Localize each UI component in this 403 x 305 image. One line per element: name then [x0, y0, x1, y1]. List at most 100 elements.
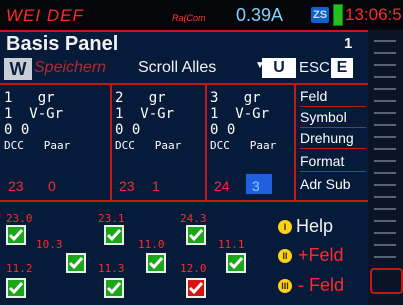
- check-12-0[interactable]: [186, 278, 206, 298]
- block-paar: Paar: [249, 139, 277, 152]
- remove-field-button[interactable]: - Feld: [298, 275, 344, 296]
- toolbar-divider: [0, 83, 368, 85]
- scroll-tick: [374, 172, 396, 174]
- block-num: 1: [4, 90, 13, 106]
- esc-button[interactable]: ESC: [299, 59, 330, 76]
- check-23-0[interactable]: [6, 225, 26, 245]
- top-divider: [0, 30, 368, 32]
- block-address: 24: [214, 178, 230, 194]
- scroll-down-button[interactable]: [370, 268, 403, 294]
- block-gr: gr: [37, 90, 55, 106]
- menu-format[interactable]: Format: [300, 153, 344, 169]
- block-sub: 1: [152, 178, 160, 194]
- scroll-tick: [374, 100, 396, 102]
- help-key-icon: I: [278, 220, 292, 234]
- block-2[interactable]: 2 gr 1 V-Gr 0 0 DCC Paar: [115, 90, 181, 154]
- scroll-tick: [374, 232, 396, 234]
- add-key-icon: II: [278, 249, 292, 263]
- scroll-tick: [374, 256, 396, 258]
- u-key-button[interactable]: U: [262, 58, 296, 78]
- scroll-tick: [374, 112, 396, 114]
- block-sub: 0: [48, 178, 56, 194]
- block-separator: [205, 85, 207, 200]
- block-row2a: 1: [4, 106, 13, 122]
- scroll-tick: [374, 208, 396, 210]
- check-10-3[interactable]: [66, 253, 86, 273]
- scroll-tick: [374, 64, 396, 66]
- check-23-1[interactable]: [104, 225, 124, 245]
- check-11-1[interactable]: [226, 253, 246, 273]
- block-1[interactable]: 1 gr 1 V-Gr 0 0 DCC Paar: [4, 90, 70, 154]
- check-label: 11.0: [138, 238, 165, 251]
- block-separator: [294, 85, 296, 200]
- block-separator: [110, 85, 112, 200]
- check-label: 11.2: [6, 262, 33, 275]
- block-row3: 0 0: [4, 122, 30, 138]
- panel-title: Basis Panel: [6, 33, 119, 55]
- block-vgr: V-Gr: [140, 106, 175, 122]
- brand-logo: Ra(Com: [172, 10, 212, 24]
- check-label: 24.3: [180, 212, 207, 225]
- scroll-tick: [374, 136, 396, 138]
- e-key-button[interactable]: E: [331, 58, 353, 78]
- status-title: WEI DEF: [6, 6, 84, 25]
- block-row3: 0 0: [115, 122, 141, 138]
- block-num: 2: [115, 90, 124, 106]
- check-11-3[interactable]: [104, 278, 124, 298]
- menu-symbol[interactable]: Symbol: [300, 109, 347, 125]
- clock: 13:06:5: [345, 5, 402, 24]
- block-row2a: 1: [115, 106, 124, 122]
- help-button[interactable]: Help: [296, 216, 333, 237]
- menu-divider: [300, 171, 366, 172]
- battery-icon: [333, 4, 343, 26]
- block-dcc: DCC: [210, 139, 230, 152]
- scroll-tick: [374, 148, 396, 150]
- zs-badge: ZS: [311, 7, 329, 23]
- scroll-all-button[interactable]: Scroll Alles: [138, 59, 216, 77]
- check-label: 12.0: [180, 262, 207, 275]
- check-11-2[interactable]: [6, 278, 26, 298]
- scroll-tick: [374, 40, 396, 42]
- block-address: 23: [119, 178, 135, 194]
- block-paar: Paar: [154, 139, 182, 152]
- w-key-button[interactable]: W: [4, 58, 32, 80]
- page-number: 1: [344, 35, 353, 52]
- menu-feld[interactable]: Feld: [300, 88, 327, 104]
- scroll-tick: [374, 220, 396, 222]
- check-label: 23.0: [6, 212, 33, 225]
- check-24-3[interactable]: [186, 225, 206, 245]
- block-dcc: DCC: [4, 139, 24, 152]
- scroll-tick: [374, 76, 396, 78]
- scrollbar[interactable]: [368, 30, 403, 305]
- svg-text:Ra(Com: Ra(Com: [172, 13, 206, 23]
- block-3[interactable]: 3 gr 1 V-Gr 0 0 DCC Paar: [210, 90, 276, 154]
- check-label: 11.3: [98, 262, 125, 275]
- scroll-tick: [374, 244, 396, 246]
- scroll-tick: [374, 160, 396, 162]
- menu-adr-sub[interactable]: Adr Sub: [300, 176, 351, 192]
- block-paar: Paar: [43, 139, 71, 152]
- block-address: 23: [8, 178, 24, 194]
- block-sub: 3: [252, 178, 260, 194]
- block-gr: gr: [243, 90, 261, 106]
- menu-divider: [300, 106, 366, 107]
- scroll-tick: [374, 196, 396, 198]
- remove-key-icon: III: [278, 279, 292, 293]
- block-gr: gr: [148, 90, 166, 106]
- block-dcc: DCC: [115, 139, 135, 152]
- check-label: 10.3: [36, 238, 63, 251]
- check-label: 23.1: [98, 212, 125, 225]
- block-vgr: V-Gr: [29, 106, 64, 122]
- scroll-tick: [374, 184, 396, 186]
- save-button[interactable]: Speichern: [34, 59, 106, 77]
- blocks-bottom-divider: [0, 200, 368, 202]
- block-num: 3: [210, 90, 219, 106]
- add-field-button[interactable]: +Feld: [298, 245, 344, 266]
- block-row2a: 1: [210, 106, 219, 122]
- menu-drehung[interactable]: Drehung: [300, 130, 354, 146]
- check-11-0[interactable]: [146, 253, 166, 273]
- scroll-tick: [374, 52, 396, 54]
- scroll-tick: [374, 88, 396, 90]
- block-vgr: V-Gr: [235, 106, 270, 122]
- menu-divider: [300, 148, 366, 149]
